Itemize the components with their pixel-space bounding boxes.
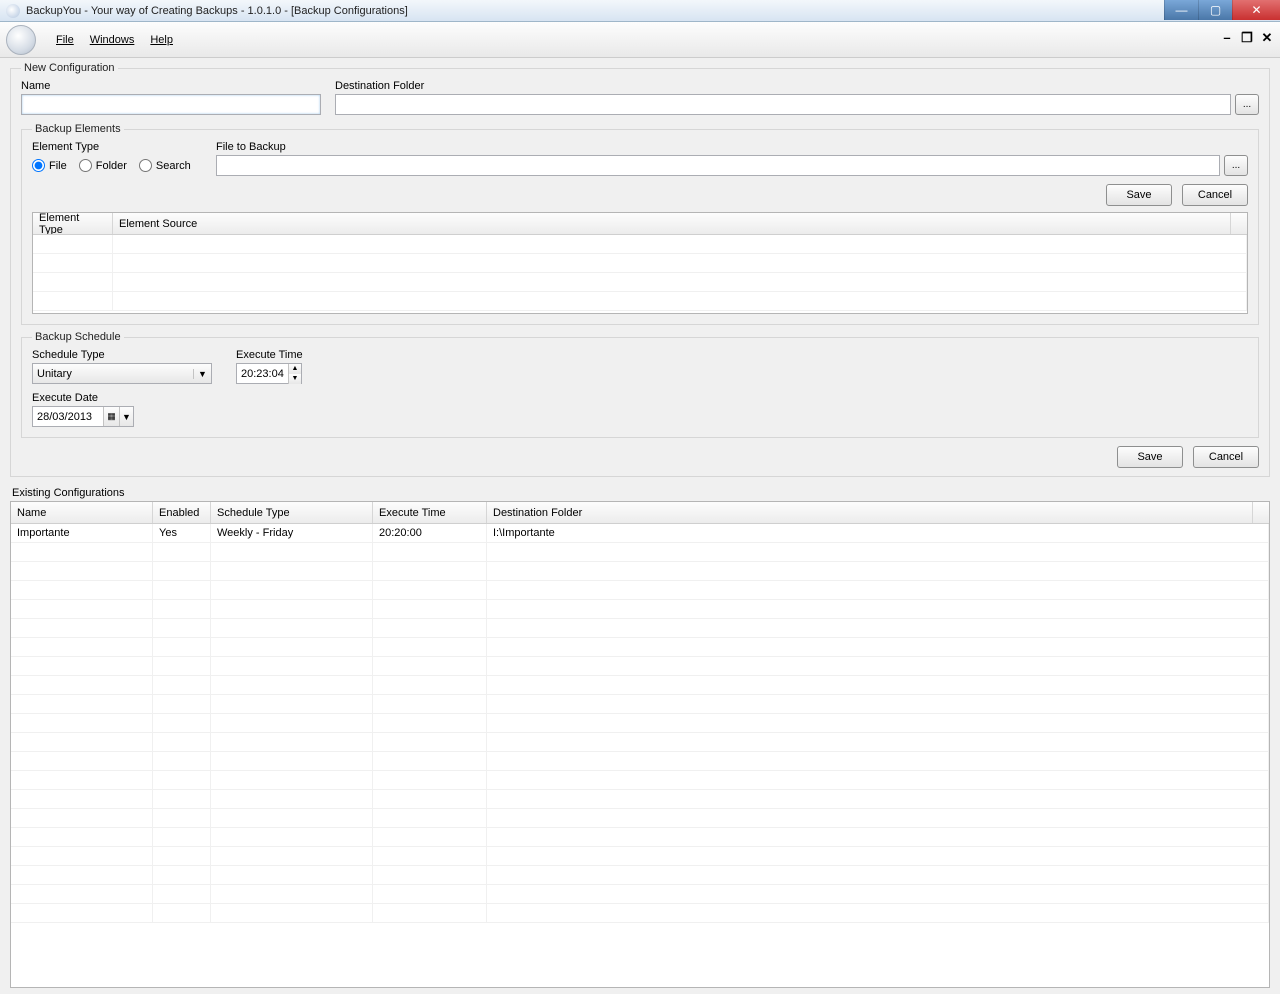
time-spinner[interactable]: ▲▼ (288, 364, 301, 384)
backup-elements-legend: Backup Elements (32, 123, 124, 135)
config-save-button[interactable]: Save (1117, 446, 1183, 468)
file-browse-button[interactable]: ... (1224, 155, 1248, 176)
schedule-type-combo[interactable]: Unitary ▼ (32, 363, 212, 384)
table-row-empty (11, 828, 1269, 847)
app-orb-icon[interactable] (6, 25, 36, 55)
existing-configurations-grid[interactable]: Name Enabled Schedule Type Execute Time … (10, 501, 1270, 988)
elements-save-button[interactable]: Save (1106, 184, 1172, 206)
table-row-empty (11, 581, 1269, 600)
table-row-empty (11, 866, 1269, 885)
spinner-down-icon[interactable]: ▼ (289, 374, 301, 384)
existing-configurations-heading: Existing Configurations (12, 487, 1270, 499)
date-dropdown-icon[interactable]: ▼ (119, 407, 133, 426)
backup-schedule-panel: Backup Schedule Schedule Type Unitary ▼ … (21, 331, 1259, 438)
calendar-icon[interactable]: ▦ (103, 407, 119, 426)
table-row-empty (11, 847, 1269, 866)
radio-search[interactable]: Search (139, 159, 191, 172)
new-configuration-panel: New Configuration Name Destination Folde… (10, 62, 1270, 477)
table-row-empty (11, 733, 1269, 752)
table-row-empty (11, 771, 1269, 790)
backup-elements-panel: Backup Elements Element Type File Folder… (21, 123, 1259, 325)
menu-bar: File Windows Help – ❐ ✕ (0, 22, 1280, 58)
name-label: Name (21, 80, 321, 92)
existing-header-destination-folder[interactable]: Destination Folder (487, 502, 1253, 523)
radio-search-input[interactable] (139, 159, 152, 172)
radio-folder-input[interactable] (79, 159, 92, 172)
table-row-empty (11, 714, 1269, 733)
config-cancel-button[interactable]: Cancel (1193, 446, 1259, 468)
execute-date-input[interactable]: 28/03/2013 ▦ ▼ (32, 406, 134, 427)
existing-header-pad (1253, 502, 1269, 523)
minimize-button[interactable]: — (1164, 0, 1198, 20)
schedule-type-label: Schedule Type (32, 349, 222, 361)
file-to-backup-label: File to Backup (216, 141, 1248, 153)
table-row-empty (11, 638, 1269, 657)
destination-browse-button[interactable]: ... (1235, 94, 1259, 115)
table-cell: I:\Importante (487, 524, 1269, 542)
destination-folder-input[interactable] (335, 94, 1231, 115)
table-row-empty (11, 790, 1269, 809)
table-row-empty (11, 600, 1269, 619)
window-controls: — ▢ ✕ (1164, 0, 1280, 20)
schedule-type-value: Unitary (33, 368, 193, 380)
radio-folder[interactable]: Folder (79, 159, 127, 172)
name-input[interactable] (21, 94, 321, 115)
menu-file[interactable]: File (48, 30, 82, 50)
execute-time-label: Execute Time (236, 349, 303, 361)
close-button[interactable]: ✕ (1232, 0, 1280, 20)
table-row-empty (11, 752, 1269, 771)
elements-grid-header-source[interactable]: Element Source (113, 213, 1231, 234)
table-row-empty (11, 809, 1269, 828)
existing-header-enabled[interactable]: Enabled (153, 502, 211, 523)
radio-file[interactable]: File (32, 159, 67, 172)
maximize-button[interactable]: ▢ (1198, 0, 1232, 20)
table-row-empty (11, 695, 1269, 714)
mdi-restore-icon[interactable]: ❐ (1240, 30, 1254, 46)
table-row-empty (11, 619, 1269, 638)
table-cell: Importante (11, 524, 153, 542)
existing-header-name[interactable]: Name (11, 502, 153, 523)
table-row-empty (11, 657, 1269, 676)
table-cell: Weekly - Friday (211, 524, 373, 542)
destination-folder-label: Destination Folder (335, 80, 1259, 92)
elements-grid[interactable]: Element Type Element Source (32, 212, 1248, 314)
window-title: BackupYou - Your way of Creating Backups… (26, 5, 408, 17)
menu-windows[interactable]: Windows (82, 30, 143, 50)
table-row-empty (11, 543, 1269, 562)
chevron-down-icon: ▼ (193, 369, 211, 379)
window-titlebar: BackupYou - Your way of Creating Backups… (0, 0, 1280, 22)
mdi-close-icon[interactable]: ✕ (1260, 30, 1274, 46)
existing-header-schedule-type[interactable]: Schedule Type (211, 502, 373, 523)
table-row-empty (11, 904, 1269, 923)
elements-grid-header-pad (1231, 213, 1247, 234)
table-row-empty (11, 562, 1269, 581)
spinner-up-icon[interactable]: ▲ (289, 364, 301, 374)
elements-cancel-button[interactable]: Cancel (1182, 184, 1248, 206)
execute-date-value: 28/03/2013 (33, 411, 103, 423)
execute-date-label: Execute Date (32, 392, 134, 404)
file-to-backup-input[interactable] (216, 155, 1220, 176)
radio-file-input[interactable] (32, 159, 45, 172)
backup-schedule-legend: Backup Schedule (32, 331, 124, 343)
table-row-empty (11, 885, 1269, 904)
menu-help[interactable]: Help (142, 30, 181, 50)
execute-time-value: 20:23:04 (237, 368, 288, 380)
existing-header-execute-time[interactable]: Execute Time (373, 502, 487, 523)
elements-grid-header-type[interactable]: Element Type (33, 213, 113, 234)
table-cell: Yes (153, 524, 211, 542)
new-configuration-legend: New Configuration (21, 62, 118, 74)
element-type-label: Element Type (32, 141, 202, 153)
table-cell: 20:20:00 (373, 524, 487, 542)
table-row-empty (11, 676, 1269, 695)
execute-time-input[interactable]: 20:23:04 ▲▼ (236, 363, 302, 384)
table-row[interactable]: ImportanteYesWeekly - Friday20:20:00I:\I… (11, 524, 1269, 543)
mdi-minimize-icon[interactable]: – (1220, 30, 1234, 46)
app-icon (6, 4, 20, 18)
